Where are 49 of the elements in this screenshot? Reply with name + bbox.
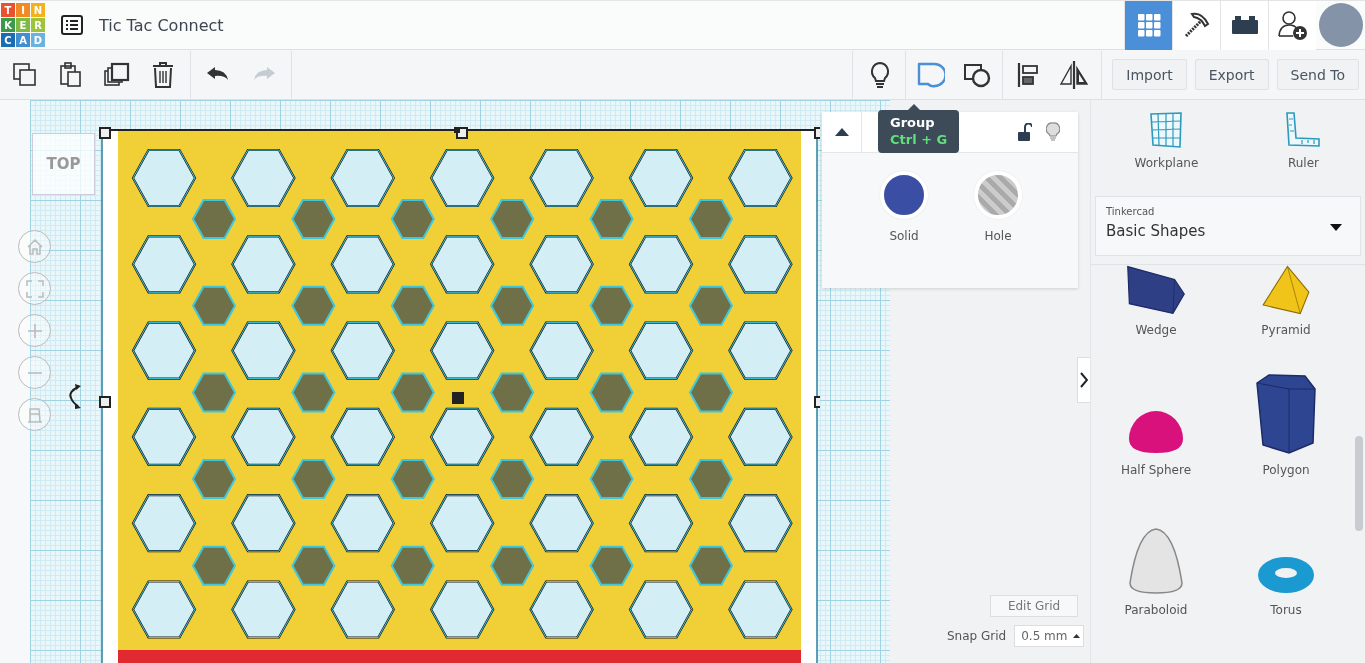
shape-item[interactable]: Wedge (1091, 265, 1221, 355)
clipboard-icon (59, 61, 83, 88)
trash-icon (151, 60, 175, 89)
hexagon-board-drawing[interactable] (98, 124, 820, 663)
design-title[interactable]: Tic Tac Connect (99, 15, 224, 35)
snap-grid-label: Snap Grid (947, 629, 1007, 643)
ruler-tool[interactable]: Ruler (1285, 112, 1322, 186)
ungroup-icon (963, 61, 992, 88)
group-icon (917, 61, 946, 88)
workplane-tool[interactable]: Workplane (1134, 112, 1199, 186)
shape-item[interactable]: Polygon (1221, 355, 1351, 495)
library-value: Basic Shapes (1106, 222, 1206, 240)
align-icon (1016, 60, 1041, 89)
expand-panel-icon[interactable] (1077, 357, 1090, 403)
unlocked-padlock-icon[interactable] (1018, 123, 1032, 141)
lightbulb-icon (869, 60, 892, 89)
scrollbar[interactable] (1355, 436, 1363, 531)
copy-icon (12, 61, 38, 88)
library-label: Tinkercad (1106, 206, 1156, 217)
lightbulb-icon[interactable] (1046, 122, 1060, 142)
ruler-icon (1285, 112, 1322, 148)
shape-item[interactable]: Torus (1221, 495, 1351, 635)
action-button[interactable]: Export (1194, 59, 1269, 90)
view-tab[interactable] (1172, 0, 1220, 50)
tooltip-title: Group (890, 115, 936, 130)
workplane-icon (1149, 112, 1184, 148)
grid-icon (1136, 13, 1161, 37)
tooltip-shortcut: Ctrl + G (890, 132, 948, 147)
shape-item[interactable]: Pyramid (1221, 265, 1351, 355)
edit-grid-button[interactable]: Edit Grid (990, 595, 1078, 617)
action-button[interactable]: Import (1112, 59, 1187, 90)
view-tab[interactable] (1220, 0, 1268, 50)
brick-icon (1230, 14, 1259, 36)
logo[interactable]: T I N K E R C A D (1, 3, 45, 47)
snap-grid-dropdown[interactable]: 0.5 mm (1014, 625, 1085, 647)
shape-item[interactable]: Half Sphere (1091, 355, 1221, 495)
shape-item[interactable]: Paraboloid (1091, 495, 1221, 635)
rotate-arrow-icon[interactable] (66, 384, 82, 410)
action-button[interactable]: Send To (1276, 59, 1359, 90)
list-icon[interactable] (59, 13, 85, 37)
paraboloid-drawing (1128, 527, 1184, 595)
torus-drawing (1257, 555, 1315, 595)
caret-icon (1330, 224, 1342, 231)
caret-up-icon (1073, 634, 1081, 638)
half-sphere-drawing (1127, 409, 1185, 455)
add-user-icon[interactable] (1268, 0, 1316, 50)
duplicate-icon (103, 60, 131, 89)
mirror-icon (1059, 59, 1090, 90)
library-dropdown[interactable]: Tinkercad Basic Shapes (1095, 196, 1361, 256)
